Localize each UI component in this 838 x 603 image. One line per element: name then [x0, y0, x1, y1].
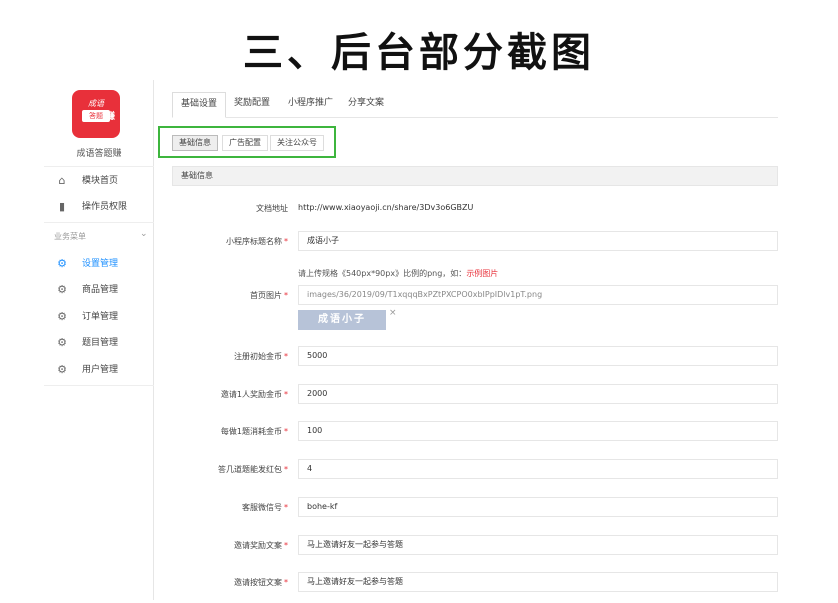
logo-text-line1: 成语 [88, 99, 104, 108]
home-icon: ⌂ [58, 174, 66, 187]
section-label: 业务菜单 [54, 232, 86, 241]
doc-url-label: 文档地址 [256, 204, 288, 213]
sidebar-item-orders[interactable]: ⚙ 订单管理 [44, 306, 154, 328]
home-image-path-input[interactable]: images/36/2019/09/T1xqqqBxPZtPXCPO0xbIPp… [298, 285, 778, 305]
sidebar-item-label: 用户管理 [82, 365, 119, 375]
logo-text-line3: 赚 [106, 112, 116, 122]
bookmark-icon: ▮ [58, 200, 66, 213]
init-coins-label: 注册初始金币 * [234, 352, 288, 361]
subtab-basic-info[interactable]: 基础信息 [172, 135, 218, 151]
sidebar-item-products[interactable]: ⚙ 商品管理 [44, 279, 154, 301]
subtab-ad-config[interactable]: 广告配置 [222, 135, 268, 151]
sample-image-link[interactable]: 示例图片 [466, 269, 498, 278]
sidebar-item-label: 商品管理 [82, 285, 119, 295]
tab-share-copy[interactable]: 分享文案 [340, 92, 392, 118]
gear-icon: ⚙ [57, 257, 67, 270]
close-icon[interactable]: × [389, 308, 397, 318]
per-question-label: 每做1题消耗金币 * [220, 427, 288, 436]
per-question-input[interactable]: 100 [298, 421, 778, 441]
invite-button-text-input[interactable]: 马上邀请好友一起参与答题 [298, 572, 778, 592]
sidebar-item-label: 订单管理 [82, 312, 119, 322]
red-packet-label: 答几道题能发红包 * [218, 465, 288, 474]
sidebar-item-operator-permissions[interactable]: ▮ 操作员权限 [44, 196, 154, 218]
divider [44, 166, 154, 167]
app-name: 成语答题赚 [76, 149, 122, 159]
invite-reward-text-input[interactable]: 马上邀请好友一起参与答题 [298, 535, 778, 555]
sidebar-item-label: 操作员权限 [82, 202, 128, 212]
tab-basic-settings[interactable]: 基础设置 [172, 92, 227, 118]
invite-reward-text-label: 邀请奖励文案 * [234, 541, 288, 550]
sidebar-item-settings[interactable]: ⚙ 设置管理 [44, 253, 154, 275]
service-wechat-input[interactable]: bohe-kf [298, 497, 778, 517]
app-logo[interactable]: 成语 答题 赚 [72, 90, 120, 138]
tab-reward-config[interactable]: 奖励配置 [226, 92, 278, 118]
invite-reward-label: 邀请1人奖励金币 * [220, 390, 288, 399]
sidebar-item-users[interactable]: ⚙ 用户管理 [44, 359, 154, 381]
invite-button-text-label: 邀请按钮文案 * [234, 578, 288, 587]
sidebar-item-label: 模块首页 [82, 176, 119, 186]
page-heading: 三、后台部分截图 [243, 30, 595, 76]
mini-name-label: 小程序标题名称 * [226, 237, 288, 246]
sidebar-item-home[interactable]: ⌂ 模块首页 [44, 170, 154, 192]
tab-mini-program-promotion[interactable]: 小程序推广 [280, 92, 341, 118]
sidebar-item-label: 设置管理 [82, 259, 119, 269]
top-tabs: 基础设置 奖励配置 小程序推广 分享文案 [172, 92, 778, 118]
gear-icon: ⚙ [57, 283, 67, 296]
chevron-down-icon[interactable]: ⌄ [140, 229, 148, 239]
divider [44, 385, 154, 386]
invite-reward-input[interactable]: 2000 [298, 384, 778, 404]
gear-icon: ⚙ [57, 310, 67, 323]
home-image-label: 首页图片 * [250, 291, 288, 300]
panel-title: 基础信息 [172, 166, 778, 186]
red-packet-input[interactable]: 4 [298, 459, 778, 479]
sidebar: 成语 答题 赚 成语答题赚 ⌂ 模块首页 ▮ 操作员权限 业务菜单 ⌄ ⚙ 设置… [44, 80, 154, 600]
divider [44, 222, 154, 223]
sidebar-item-label: 题目管理 [82, 338, 119, 348]
mini-name-input[interactable]: 成语小子 [298, 231, 778, 251]
service-wechat-label: 客服微信号 * [242, 503, 288, 512]
init-coins-input[interactable]: 5000 [298, 346, 778, 366]
home-image-preview: 成语小子 [298, 310, 386, 330]
gear-icon: ⚙ [57, 336, 67, 349]
subtab-follow-official-account[interactable]: 关注公众号 [270, 135, 324, 151]
doc-url-link[interactable]: http://www.xiaoyaoji.cn/share/3Dv3o6GBZU [298, 203, 473, 212]
sidebar-item-questions[interactable]: ⚙ 题目管理 [44, 332, 154, 354]
subtabs-highlight: 基础信息 广告配置 关注公众号 [158, 126, 336, 158]
gear-icon: ⚙ [57, 363, 67, 376]
upload-hint: 请上传规格《540px*90px》比例的png，如：示例图片 [298, 269, 499, 278]
